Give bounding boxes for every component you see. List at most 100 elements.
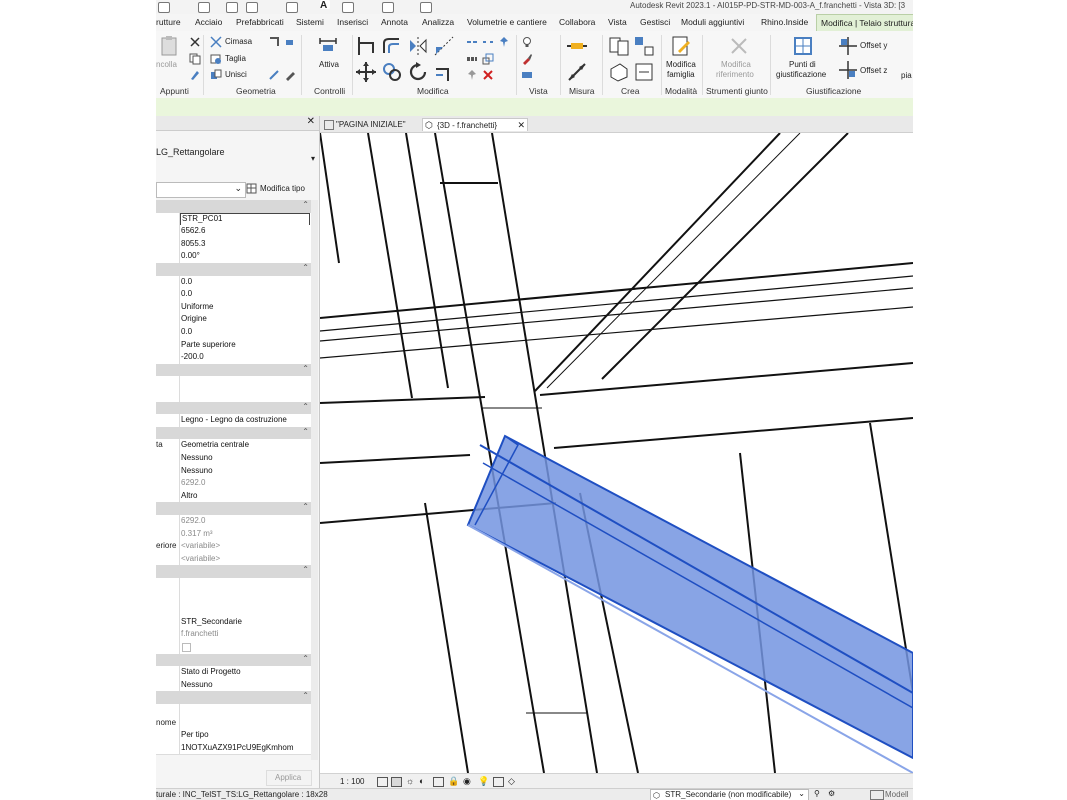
- property-row[interactable]: f.franchetti: [156, 628, 311, 642]
- property-value[interactable]: Per tipo: [181, 730, 209, 739]
- design-options-icon[interactable]: ⚙: [828, 789, 835, 798]
- property-row[interactable]: 0.0: [156, 326, 311, 340]
- property-row[interactable]: Altro: [156, 489, 311, 504]
- tab-volumetrie[interactable]: Volumetrie e cantiere: [467, 17, 547, 27]
- collapse-group-icon[interactable]: ⌃: [302, 402, 309, 411]
- property-row[interactable]: [156, 641, 311, 655]
- modifica-famiglia-label-2[interactable]: famiglia: [667, 70, 695, 79]
- property-row[interactable]: 8055.3: [156, 237, 311, 252]
- create-similar-icon[interactable]: [633, 61, 655, 83]
- property-row[interactable]: [156, 376, 311, 390]
- property-value[interactable]: 6292.0: [181, 478, 205, 487]
- dimension-icon[interactable]: [566, 61, 588, 83]
- property-value[interactable]: Geometria centrale: [181, 440, 249, 449]
- align-icon[interactable]: [355, 35, 377, 57]
- property-row[interactable]: [156, 603, 311, 617]
- property-row[interactable]: Nessuno: [156, 464, 311, 479]
- tab-acciaio[interactable]: Acciaio: [195, 17, 222, 27]
- property-value[interactable]: 8055.3: [181, 239, 205, 248]
- tab-modifica-telaio[interactable]: Modifica | Telaio struttura: [816, 14, 913, 31]
- mirror-axis-icon[interactable]: [407, 35, 429, 57]
- property-value[interactable]: Uniforme: [181, 302, 213, 311]
- property-value[interactable]: <variabile>: [181, 554, 220, 563]
- main-model-icon[interactable]: [870, 790, 884, 800]
- property-group-header[interactable]: ⌃: [156, 653, 311, 668]
- reveal-hidden-icon[interactable]: 💡: [478, 776, 489, 787]
- property-row[interactable]: Legno - Legno da costruzione: [156, 414, 311, 428]
- property-row[interactable]: 0.317 m³: [156, 527, 311, 542]
- tab-analizza[interactable]: Analizza: [422, 17, 454, 27]
- mirror-draw-icon[interactable]: [433, 35, 455, 57]
- tab-annota[interactable]: Annota: [381, 17, 408, 27]
- lock-view-icon[interactable]: 🔒: [448, 776, 459, 787]
- rotate-icon[interactable]: [407, 61, 429, 83]
- text-icon[interactable]: A: [320, 0, 330, 11]
- punti-label-2[interactable]: giustificazione: [776, 70, 826, 79]
- property-row[interactable]: 6292.0: [156, 477, 311, 491]
- tab-prefabbricati[interactable]: Prefabbricati: [236, 17, 284, 27]
- property-row[interactable]: [156, 704, 311, 718]
- split-gap-icon[interactable]: [482, 36, 494, 48]
- tab-sistemi[interactable]: Sistemi: [296, 17, 324, 27]
- view-scale[interactable]: 1 : 100: [340, 777, 364, 786]
- property-row[interactable]: -200.0: [156, 351, 311, 365]
- property-row[interactable]: Per tipo: [156, 729, 311, 743]
- 3d-view-icon[interactable]: [342, 2, 354, 13]
- highlight-displacement-icon[interactable]: ◇: [508, 776, 515, 787]
- offset-icon[interactable]: [381, 35, 403, 57]
- brush-icon[interactable]: [521, 53, 533, 65]
- create-assembly-icon[interactable]: [608, 35, 630, 57]
- open-icon[interactable]: [226, 2, 238, 13]
- property-row[interactable]: 1NOTXuAZX91PcU9EgKmhom: [156, 741, 311, 756]
- property-row[interactable]: ta Geometria centrale: [156, 439, 311, 453]
- property-value[interactable]: -200.0: [181, 352, 204, 361]
- property-row[interactable]: <variabile>: [156, 552, 311, 567]
- tab-gestisci[interactable]: Gestisci: [640, 17, 670, 27]
- apply-button[interactable]: Applica: [266, 770, 312, 786]
- paint-icon[interactable]: [284, 36, 296, 48]
- property-checkbox[interactable]: [182, 643, 191, 652]
- cimasa-label[interactable]: Cimasa: [225, 37, 252, 46]
- unisci-label[interactable]: Unisci: [225, 70, 247, 79]
- temporary-hide-icon[interactable]: ◉: [463, 776, 471, 787]
- property-row[interactable]: 6562.6: [156, 225, 311, 239]
- collapse-group-icon[interactable]: ⌃: [302, 200, 309, 209]
- activate-icon[interactable]: [317, 35, 339, 57]
- tab-3d-view[interactable]: ⬡ {3D - f.franchetti} ✕: [422, 118, 528, 131]
- property-group-header[interactable]: ⌃: [156, 401, 311, 416]
- tab-pagina-iniziale[interactable]: "PAGINA INIZIALE": [322, 118, 410, 131]
- offset-z-label[interactable]: Offset z: [860, 66, 887, 75]
- attiva-label[interactable]: Attiva: [319, 60, 339, 69]
- cut-geometry-icon[interactable]: [210, 53, 222, 65]
- instance-filter-select[interactable]: ⌄: [156, 182, 246, 198]
- offset-y-label[interactable]: Offset y: [860, 41, 887, 50]
- property-value[interactable]: Altro: [181, 491, 197, 500]
- move-icon[interactable]: [355, 61, 377, 83]
- property-value[interactable]: Nessuno: [181, 453, 213, 462]
- property-row[interactable]: [156, 389, 311, 403]
- property-row[interactable]: 0.0: [156, 275, 311, 290]
- bulb-icon[interactable]: [521, 36, 533, 48]
- collapse-group-icon[interactable]: ⌃: [302, 565, 309, 574]
- workset-select[interactable]: ⬡ STR_Secondarie (non modificabile) ⌄: [650, 789, 809, 800]
- property-row[interactable]: STR_Secondarie: [156, 615, 311, 630]
- justification-points-icon[interactable]: [792, 35, 814, 57]
- split-element-icon[interactable]: [466, 36, 478, 48]
- create-group-icon[interactable]: [608, 61, 630, 83]
- property-group-header[interactable]: ⌃: [156, 691, 311, 705]
- property-value[interactable]: 0.0: [181, 277, 192, 286]
- property-value[interactable]: Stato di Progetto: [181, 667, 241, 676]
- punti-label-1[interactable]: Punti di: [789, 60, 816, 69]
- tab-inserisci[interactable]: Inserisci: [337, 17, 368, 27]
- tab-rhino-inside[interactable]: Rhino.Inside: [761, 17, 808, 27]
- property-group-header[interactable]: ⌃: [156, 565, 311, 579]
- property-group-header[interactable]: ⌃: [156, 426, 311, 441]
- properties-scrollbar[interactable]: [311, 200, 318, 760]
- property-value[interactable]: Parte superiore: [181, 340, 236, 349]
- collapse-group-icon[interactable]: ⌃: [302, 654, 309, 663]
- property-value[interactable]: 0.0: [181, 289, 192, 298]
- 3d-viewport[interactable]: [320, 133, 913, 773]
- split-face-icon[interactable]: [268, 69, 280, 81]
- offset-z-icon[interactable]: [837, 59, 859, 81]
- property-row[interactable]: Stato di Progetto: [156, 666, 311, 680]
